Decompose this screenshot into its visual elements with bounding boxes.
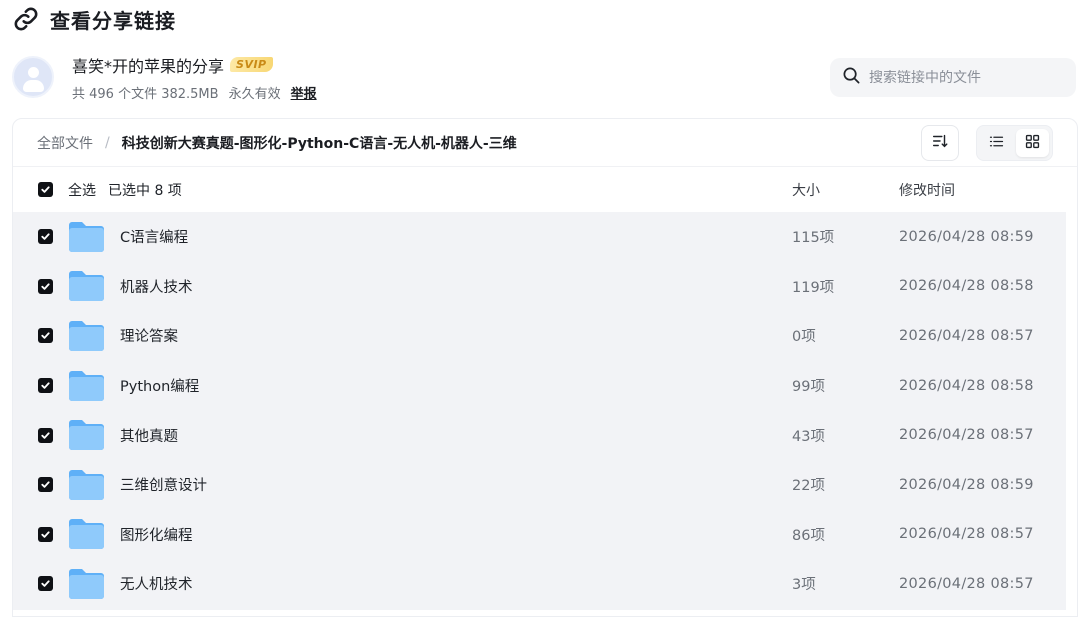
folder-icon: [68, 270, 105, 302]
row-checkbox[interactable]: [38, 526, 53, 542]
grid-view-button[interactable]: [1016, 129, 1049, 157]
file-modified-time: 2026/04/28 08:57: [899, 526, 1034, 543]
file-size: 43项: [792, 428, 825, 445]
file-modified-time: 2026/04/28 08:59: [899, 228, 1034, 245]
list-item[interactable]: 无人机技术 3项 2026/04/28 08:57: [13, 559, 1066, 609]
file-name[interactable]: 机器人技术: [120, 276, 193, 297]
file-list-panel: 全部文件 / 科技创新大赛真题-图形化-Python-C语言-无人机-机器人-三…: [12, 118, 1078, 617]
sort-icon: [931, 132, 949, 154]
sort-button[interactable]: [921, 125, 959, 161]
validity-label: 永久有效: [228, 86, 281, 102]
row-checkbox[interactable]: [38, 278, 53, 294]
list-item[interactable]: 理论答案 0项 2026/04/28 08:57: [13, 311, 1066, 361]
select-all-label[interactable]: 全选: [68, 180, 96, 200]
column-header-modified[interactable]: 修改时间: [899, 180, 955, 200]
file-name[interactable]: 三维创意设计: [120, 474, 207, 495]
folder-icon: [68, 221, 105, 253]
file-modified-time: 2026/04/28 08:58: [899, 278, 1034, 295]
column-header-size[interactable]: 大小: [792, 180, 820, 200]
page-title: 查看分享链接: [50, 8, 176, 33]
grid-view-icon: [1024, 133, 1041, 154]
folder-icon: [68, 370, 105, 402]
file-modified-time: 2026/04/28 08:59: [899, 476, 1034, 493]
breadcrumb-separator: /: [105, 134, 110, 151]
file-summary: 共 496 个文件 382.5MB: [72, 86, 219, 102]
row-checkbox[interactable]: [38, 576, 53, 592]
folder-icon: [68, 419, 105, 451]
list-item[interactable]: 图形化编程 86项 2026/04/28 08:57: [13, 510, 1066, 560]
folder-icon: [68, 568, 105, 600]
list-item[interactable]: 三维创意设计 22项 2026/04/28 08:59: [13, 460, 1066, 510]
file-size: 86项: [792, 527, 825, 544]
file-modified-time: 2026/04/28 08:58: [899, 377, 1034, 394]
list-view-icon: [988, 133, 1005, 154]
breadcrumb-root[interactable]: 全部文件: [37, 133, 93, 153]
folder-icon: [68, 518, 105, 550]
list-view-button[interactable]: [980, 129, 1013, 157]
breadcrumb-current: 科技创新大赛真题-图形化-Python-C语言-无人机-机器人-三维: [121, 135, 517, 152]
file-size: 22项: [792, 478, 825, 495]
svip-badge: SVIP: [230, 57, 273, 72]
file-name[interactable]: 图形化编程: [120, 524, 193, 545]
view-toggle: [976, 125, 1053, 161]
search-icon: [842, 66, 861, 89]
row-checkbox[interactable]: [38, 378, 53, 394]
link-icon: [12, 5, 40, 33]
breadcrumb: 全部文件 / 科技创新大赛真题-图形化-Python-C语言-无人机-机器人-三…: [13, 119, 1077, 167]
list-item[interactable]: Python编程 99项 2026/04/28 08:58: [13, 361, 1066, 411]
report-link[interactable]: 举报: [291, 83, 317, 102]
sharer-info: 喜笑*开的苹果的分享 SVIP 共 496 个文件 382.5MB 永久有效 举…: [12, 52, 317, 102]
sharer-name: 喜笑*开的苹果的分享: [72, 56, 225, 76]
search-box[interactable]: [830, 58, 1076, 97]
file-name[interactable]: C语言编程: [120, 226, 188, 247]
page-header: 查看分享链接: [12, 4, 176, 34]
list-item[interactable]: 其他真题 43项 2026/04/28 08:57: [13, 410, 1066, 460]
avatar[interactable]: [12, 56, 54, 98]
file-size: 0项: [792, 329, 816, 346]
file-name[interactable]: Python编程: [120, 375, 199, 396]
file-size: 115项: [792, 230, 835, 247]
file-modified-time: 2026/04/28 08:57: [899, 327, 1034, 344]
list-item[interactable]: C语言编程 115项 2026/04/28 08:59: [13, 212, 1066, 262]
file-name[interactable]: 其他真题: [120, 425, 178, 446]
list-item[interactable]: 机器人技术 119项 2026/04/28 08:58: [13, 262, 1066, 312]
row-checkbox[interactable]: [38, 328, 53, 344]
folder-icon: [68, 469, 105, 501]
file-name[interactable]: 无人机技术: [120, 573, 193, 594]
file-size: 3项: [792, 577, 816, 594]
file-name[interactable]: 理论答案: [120, 325, 178, 346]
row-checkbox[interactable]: [38, 427, 53, 443]
selected-count: 已选中 8 项: [108, 182, 182, 199]
file-modified-time: 2026/04/28 08:57: [899, 575, 1034, 592]
file-size: 99项: [792, 379, 825, 396]
file-list: C语言编程 115项 2026/04/28 08:59 机器人技术 119项 2…: [13, 212, 1066, 610]
file-size: 119项: [792, 279, 835, 296]
row-checkbox[interactable]: [38, 477, 53, 493]
folder-icon: [68, 320, 105, 352]
search-input[interactable]: [869, 69, 1059, 86]
select-all-checkbox[interactable]: [38, 182, 53, 197]
list-header: 全选 已选中 8 项 大小 修改时间: [13, 167, 1077, 212]
file-modified-time: 2026/04/28 08:57: [899, 427, 1034, 444]
row-checkbox[interactable]: [38, 229, 53, 245]
